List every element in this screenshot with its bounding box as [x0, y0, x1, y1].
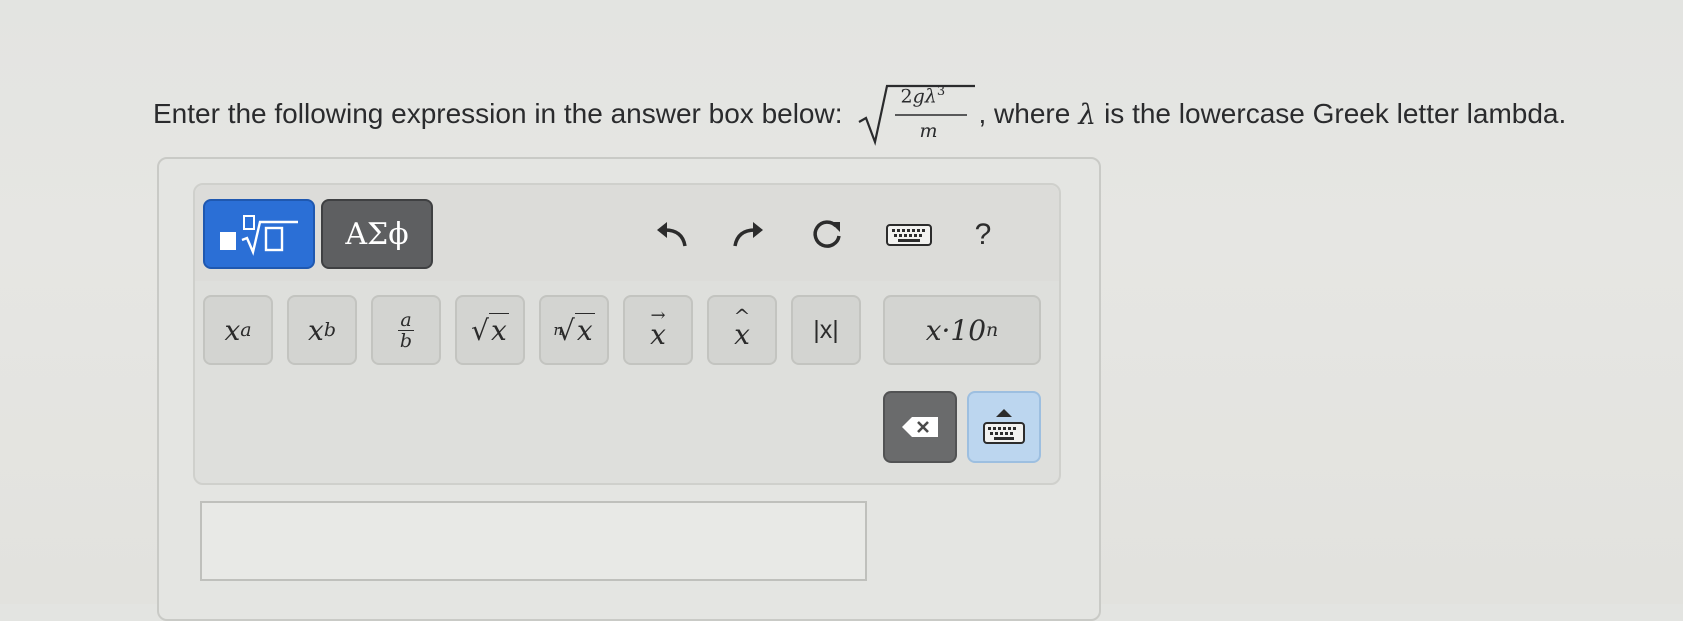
- key-scientific[interactable]: x·10 n: [883, 295, 1041, 365]
- tab-math-templates[interactable]: [203, 199, 315, 269]
- keyboard-toggle-button[interactable]: [967, 391, 1041, 463]
- expr-numerator: 2gλ3: [900, 84, 946, 108]
- key-subscript[interactable]: xb: [287, 295, 357, 365]
- fraction-root-icon: [220, 215, 298, 256]
- key-abs[interactable]: |x|: [791, 295, 861, 365]
- backspace-button[interactable]: [883, 391, 957, 463]
- key-vector[interactable]: → x: [623, 295, 693, 365]
- key-fraction[interactable]: ab: [371, 295, 441, 365]
- math-keyboard: ΑΣϕ ? xa xb ab √ x n √ x → x ^ x |x| x·10 n: [193, 183, 1061, 485]
- key-hat[interactable]: ^ x: [707, 295, 777, 365]
- expr-denominator: m: [919, 120, 938, 142]
- keyboard-toolbar: ΑΣϕ ?: [195, 185, 1059, 281]
- keyboard-collapse-icon: [983, 409, 1025, 444]
- question-prompt: Enter the following expression in the an…: [153, 82, 1653, 146]
- help-button[interactable]: ?: [959, 211, 1007, 259]
- keyboard-icon[interactable]: [885, 211, 933, 259]
- lambda-symbol: λ: [1078, 97, 1097, 131]
- key-sqrt[interactable]: √ x: [455, 295, 525, 365]
- reset-icon[interactable]: [803, 211, 851, 259]
- math-expression: 2gλ3 m: [857, 82, 975, 146]
- question-text: Enter the following expression in the an…: [153, 98, 843, 129]
- key-nthroot[interactable]: n √ x: [539, 295, 609, 365]
- undo-icon[interactable]: [647, 211, 695, 259]
- question-text-2: , where: [978, 98, 1071, 129]
- redo-icon[interactable]: [725, 211, 773, 259]
- question-text-3: is the lowercase Greek letter lambda.: [1104, 98, 1567, 129]
- backspace-icon: [902, 417, 938, 437]
- tab-greek-letters[interactable]: ΑΣϕ: [321, 199, 433, 269]
- answer-input[interactable]: [200, 501, 867, 581]
- key-superscript[interactable]: xa: [203, 295, 273, 365]
